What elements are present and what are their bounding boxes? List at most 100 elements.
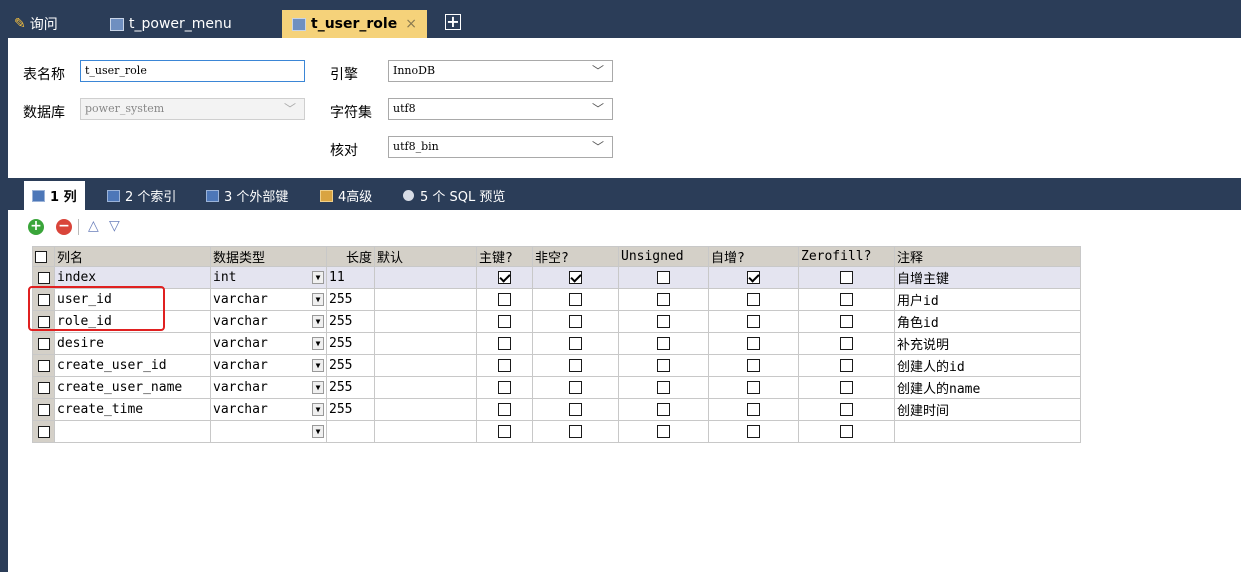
default-cell[interactable]: [374, 398, 477, 421]
pk-checkbox[interactable]: [498, 337, 511, 350]
column-header[interactable]: 列名: [54, 246, 211, 267]
column-header[interactable]: 主键?: [476, 246, 533, 267]
tab-query[interactable]: ✎ 询问: [14, 10, 58, 38]
length-cell[interactable]: 255: [326, 288, 375, 311]
data-type-cell[interactable]: varchar ▼: [210, 288, 327, 311]
column-header[interactable]: 注释: [894, 246, 1081, 267]
comment-cell[interactable]: 自增主键: [894, 266, 1081, 289]
pk-checkbox[interactable]: [498, 403, 511, 416]
comment-cell[interactable]: 补充说明: [894, 332, 1081, 355]
data-type-cell[interactable]: varchar ▼: [210, 354, 327, 377]
pk-checkbox-cell[interactable]: [476, 420, 533, 443]
pk-checkbox[interactable]: [498, 425, 511, 438]
unsigned-checkbox[interactable]: [657, 359, 670, 372]
autoinc-checkbox[interactable]: [747, 359, 760, 372]
charset-select[interactable]: utf8 ﹀: [388, 98, 613, 120]
dropdown-arrow-icon[interactable]: ▼: [312, 271, 324, 284]
length-cell[interactable]: 11: [326, 266, 375, 289]
tab-t-user-role[interactable]: t_user_role ×: [282, 10, 427, 38]
row-select-checkbox[interactable]: [32, 266, 55, 289]
zerofill-checkbox-cell[interactable]: [798, 376, 895, 399]
autoinc-checkbox[interactable]: [747, 425, 760, 438]
autoinc-checkbox-cell[interactable]: [708, 376, 799, 399]
column-name-cell[interactable]: create_user_id: [54, 354, 211, 377]
unsigned-checkbox[interactable]: [657, 337, 670, 350]
dropdown-arrow-icon[interactable]: ▼: [312, 403, 324, 416]
tab-t-power-menu[interactable]: t_power_menu: [110, 10, 232, 38]
zerofill-checkbox[interactable]: [840, 381, 853, 394]
notnull-checkbox[interactable]: [569, 359, 582, 372]
table-row[interactable]: user_id varchar ▼ 255 用户id: [32, 288, 1081, 311]
pk-checkbox[interactable]: [498, 315, 511, 328]
column-name-cell[interactable]: desire: [54, 332, 211, 355]
table-row[interactable]: create_time varchar ▼ 255 创建时间: [32, 398, 1081, 421]
pk-checkbox[interactable]: [498, 381, 511, 394]
data-type-cell[interactable]: varchar ▼: [210, 332, 327, 355]
unsigned-checkbox-cell[interactable]: [618, 398, 709, 421]
column-name-cell[interactable]: user_id: [54, 288, 211, 311]
zerofill-checkbox[interactable]: [840, 315, 853, 328]
add-column-button[interactable]: +: [28, 219, 44, 235]
autoinc-checkbox-cell[interactable]: [708, 398, 799, 421]
notnull-checkbox-cell[interactable]: [532, 266, 619, 289]
comment-cell[interactable]: 角色id: [894, 310, 1081, 333]
dropdown-arrow-icon[interactable]: ▼: [312, 337, 324, 350]
autoinc-checkbox-cell[interactable]: [708, 354, 799, 377]
length-cell[interactable]: 255: [326, 310, 375, 333]
unsigned-checkbox-cell[interactable]: [618, 332, 709, 355]
row-select-checkbox[interactable]: [32, 398, 55, 421]
table-row[interactable]: ▼: [32, 420, 1081, 443]
unsigned-checkbox[interactable]: [657, 381, 670, 394]
row-select-checkbox[interactable]: [32, 310, 55, 333]
zerofill-checkbox[interactable]: [840, 293, 853, 306]
notnull-checkbox-cell[interactable]: [532, 332, 619, 355]
data-type-cell[interactable]: int ▼: [210, 266, 327, 289]
row-select-checkbox[interactable]: [32, 288, 55, 311]
table-name-input[interactable]: t_user_role: [80, 60, 305, 82]
autoinc-checkbox[interactable]: [747, 315, 760, 328]
unsigned-checkbox[interactable]: [657, 315, 670, 328]
length-cell[interactable]: 255: [326, 332, 375, 355]
collation-select[interactable]: utf8_bin ﹀: [388, 136, 613, 158]
autoinc-checkbox-cell[interactable]: [708, 288, 799, 311]
tab-foreign-keys[interactable]: 3 个外部键: [206, 181, 288, 210]
table-row[interactable]: role_id varchar ▼ 255 角色id: [32, 310, 1081, 333]
zerofill-checkbox[interactable]: [840, 271, 853, 284]
zerofill-checkbox-cell[interactable]: [798, 354, 895, 377]
unsigned-checkbox[interactable]: [657, 271, 670, 284]
notnull-checkbox-cell[interactable]: [532, 310, 619, 333]
dropdown-arrow-icon[interactable]: ▼: [312, 381, 324, 394]
pk-checkbox[interactable]: [498, 293, 511, 306]
unsigned-checkbox-cell[interactable]: [618, 288, 709, 311]
unsigned-checkbox[interactable]: [657, 293, 670, 306]
column-name-cell[interactable]: [54, 420, 211, 443]
length-cell[interactable]: [326, 420, 375, 443]
notnull-checkbox-cell[interactable]: [532, 354, 619, 377]
default-cell[interactable]: [374, 332, 477, 355]
default-cell[interactable]: [374, 288, 477, 311]
table-row[interactable]: create_user_id varchar ▼ 255 创建人的id: [32, 354, 1081, 377]
column-name-cell[interactable]: create_user_name: [54, 376, 211, 399]
notnull-checkbox[interactable]: [569, 381, 582, 394]
pk-checkbox-cell[interactable]: [476, 332, 533, 355]
unsigned-checkbox[interactable]: [657, 403, 670, 416]
autoinc-checkbox-cell[interactable]: [708, 332, 799, 355]
data-type-cell[interactable]: varchar ▼: [210, 376, 327, 399]
data-type-cell[interactable]: varchar ▼: [210, 398, 327, 421]
column-header[interactable]: 自增?: [708, 246, 799, 267]
data-type-cell[interactable]: ▼: [210, 420, 327, 443]
row-select-checkbox[interactable]: [32, 376, 55, 399]
autoinc-checkbox-cell[interactable]: [708, 266, 799, 289]
table-row[interactable]: desire varchar ▼ 255 补充说明: [32, 332, 1081, 355]
pk-checkbox-cell[interactable]: [476, 266, 533, 289]
zerofill-checkbox-cell[interactable]: [798, 266, 895, 289]
pk-checkbox[interactable]: [498, 271, 511, 284]
notnull-checkbox[interactable]: [569, 271, 582, 284]
dropdown-arrow-icon[interactable]: ▼: [312, 359, 324, 372]
column-header[interactable]: 长度: [326, 246, 375, 267]
unsigned-checkbox-cell[interactable]: [618, 420, 709, 443]
select-all-checkbox[interactable]: [32, 246, 55, 267]
column-name-cell[interactable]: create_time: [54, 398, 211, 421]
row-select-checkbox[interactable]: [32, 332, 55, 355]
default-cell[interactable]: [374, 420, 477, 443]
